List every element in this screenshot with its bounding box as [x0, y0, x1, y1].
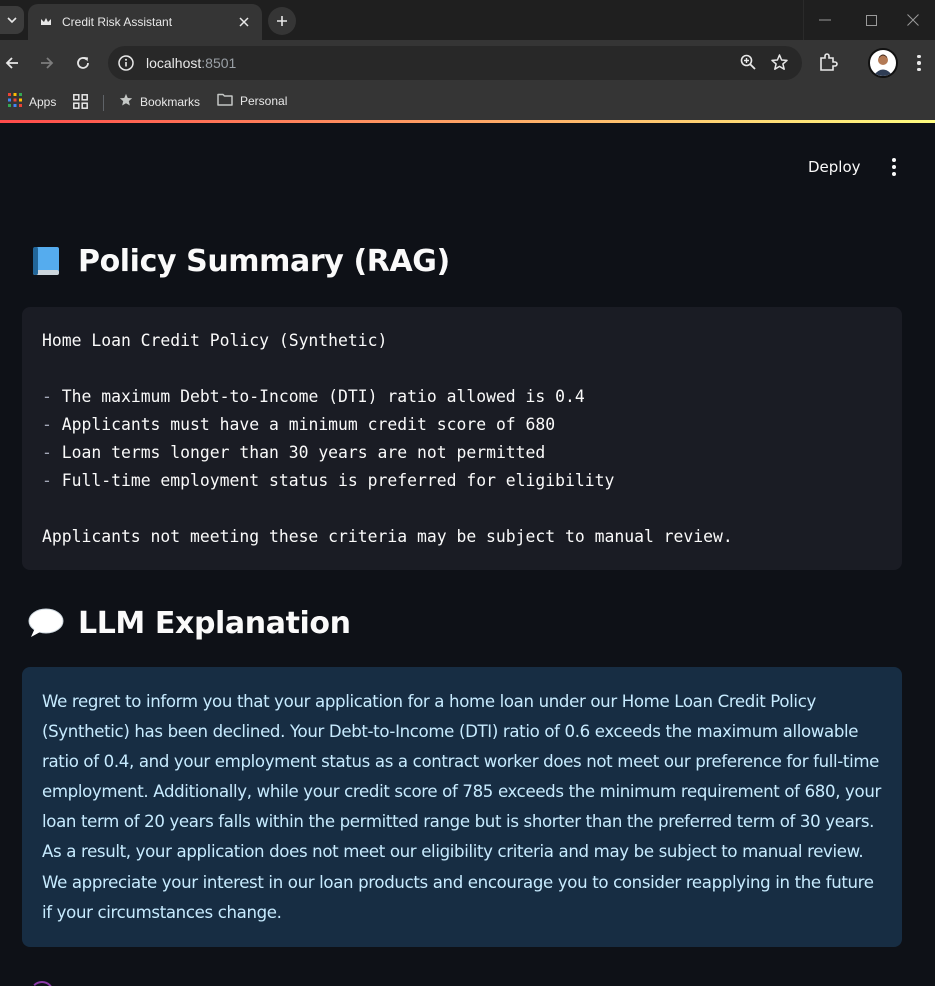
policy-footer: Applicants not meeting these criteria ma… [42, 527, 733, 546]
new-tab-plus-icon[interactable] [268, 7, 296, 35]
site-info-icon[interactable] [113, 50, 139, 76]
minimize-window-icon[interactable] [803, 0, 847, 40]
profile-avatar[interactable] [868, 48, 898, 78]
policy-rule: Applicants must have a minimum credit sc… [61, 415, 556, 434]
tab-search-chevron-icon[interactable] [0, 6, 24, 34]
bookmark-apps-label: Apps [29, 94, 57, 109]
speech-balloon-icon [28, 605, 64, 641]
url-host: localhost [146, 55, 202, 71]
bookmark-personal-folder[interactable]: Personal [217, 93, 287, 109]
url-port: :8501 [201, 55, 237, 71]
deploy-button[interactable]: Deploy [796, 151, 873, 183]
close-tab-icon[interactable] [234, 12, 254, 32]
tab-title: Credit Risk Assistant [62, 15, 173, 29]
folder-icon [217, 93, 233, 109]
policy-summary-heading-text: Policy Summary (RAG) [78, 243, 450, 279]
browser-tab-strip: Credit Risk Assistant [0, 0, 935, 40]
policy-summary-heading: Policy Summary (RAG) [28, 243, 450, 279]
bookmark-bookmarks-label: Bookmarks [140, 94, 201, 109]
apps-grid-icon [8, 93, 22, 110]
browser-tab-active[interactable]: Credit Risk Assistant [28, 4, 262, 40]
llm-explanation-text: We regret to inform you that your applic… [42, 692, 881, 922]
browser-toolbar: localhost:8501 [0, 40, 935, 86]
streamlit-crown-icon [38, 14, 54, 30]
close-window-icon[interactable] [891, 0, 935, 40]
llm-explanation-info-box: We regret to inform you that your applic… [22, 667, 902, 947]
url-text: localhost:8501 [146, 55, 236, 71]
policy-rule: The maximum Debt-to-Income (DTI) ratio a… [61, 387, 585, 406]
llm-explanation-heading-text: LLM Explanation [78, 605, 351, 641]
bookmarks-divider [103, 95, 104, 111]
star-icon [119, 93, 133, 110]
maximize-window-icon[interactable] [849, 0, 893, 40]
zoom-icon[interactable] [740, 54, 756, 75]
bookmark-apps[interactable]: Apps [8, 93, 56, 110]
reload-icon[interactable] [71, 51, 95, 75]
bookmark-personal-label: Personal [240, 94, 288, 108]
browser-menu-icon[interactable] [909, 52, 929, 74]
blue-book-icon [28, 243, 64, 279]
policy-rule: Loan terms longer than 30 years are not … [61, 443, 546, 462]
forward-arrow-icon[interactable] [35, 51, 59, 75]
bookmarks-bar: Apps Bookmarks Personal [0, 86, 935, 120]
bookmark-bookmarks[interactable]: Bookmarks [119, 93, 200, 110]
bookmark-star-icon[interactable] [771, 54, 788, 76]
policy-title: Home Loan Credit Policy (Synthetic) [42, 331, 388, 350]
main-menu-icon[interactable] [884, 155, 904, 179]
extensions-puzzle-icon[interactable] [818, 52, 838, 77]
policy-text: Home Loan Credit Policy (Synthetic) - Th… [42, 331, 733, 546]
tab-groups-grid-icon[interactable] [73, 94, 88, 109]
policy-code-block: Home Loan Credit Policy (Synthetic) - Th… [22, 307, 902, 570]
next-section-emoji-icon [30, 981, 54, 986]
streamlit-app: Deploy Policy Summary (RAG) Home Loan Cr… [0, 123, 935, 986]
llm-explanation-heading: LLM Explanation [28, 605, 351, 641]
address-bar[interactable]: localhost:8501 [108, 46, 802, 80]
policy-rule: Full-time employment status is preferred… [61, 471, 615, 490]
back-arrow-icon[interactable] [0, 51, 24, 75]
